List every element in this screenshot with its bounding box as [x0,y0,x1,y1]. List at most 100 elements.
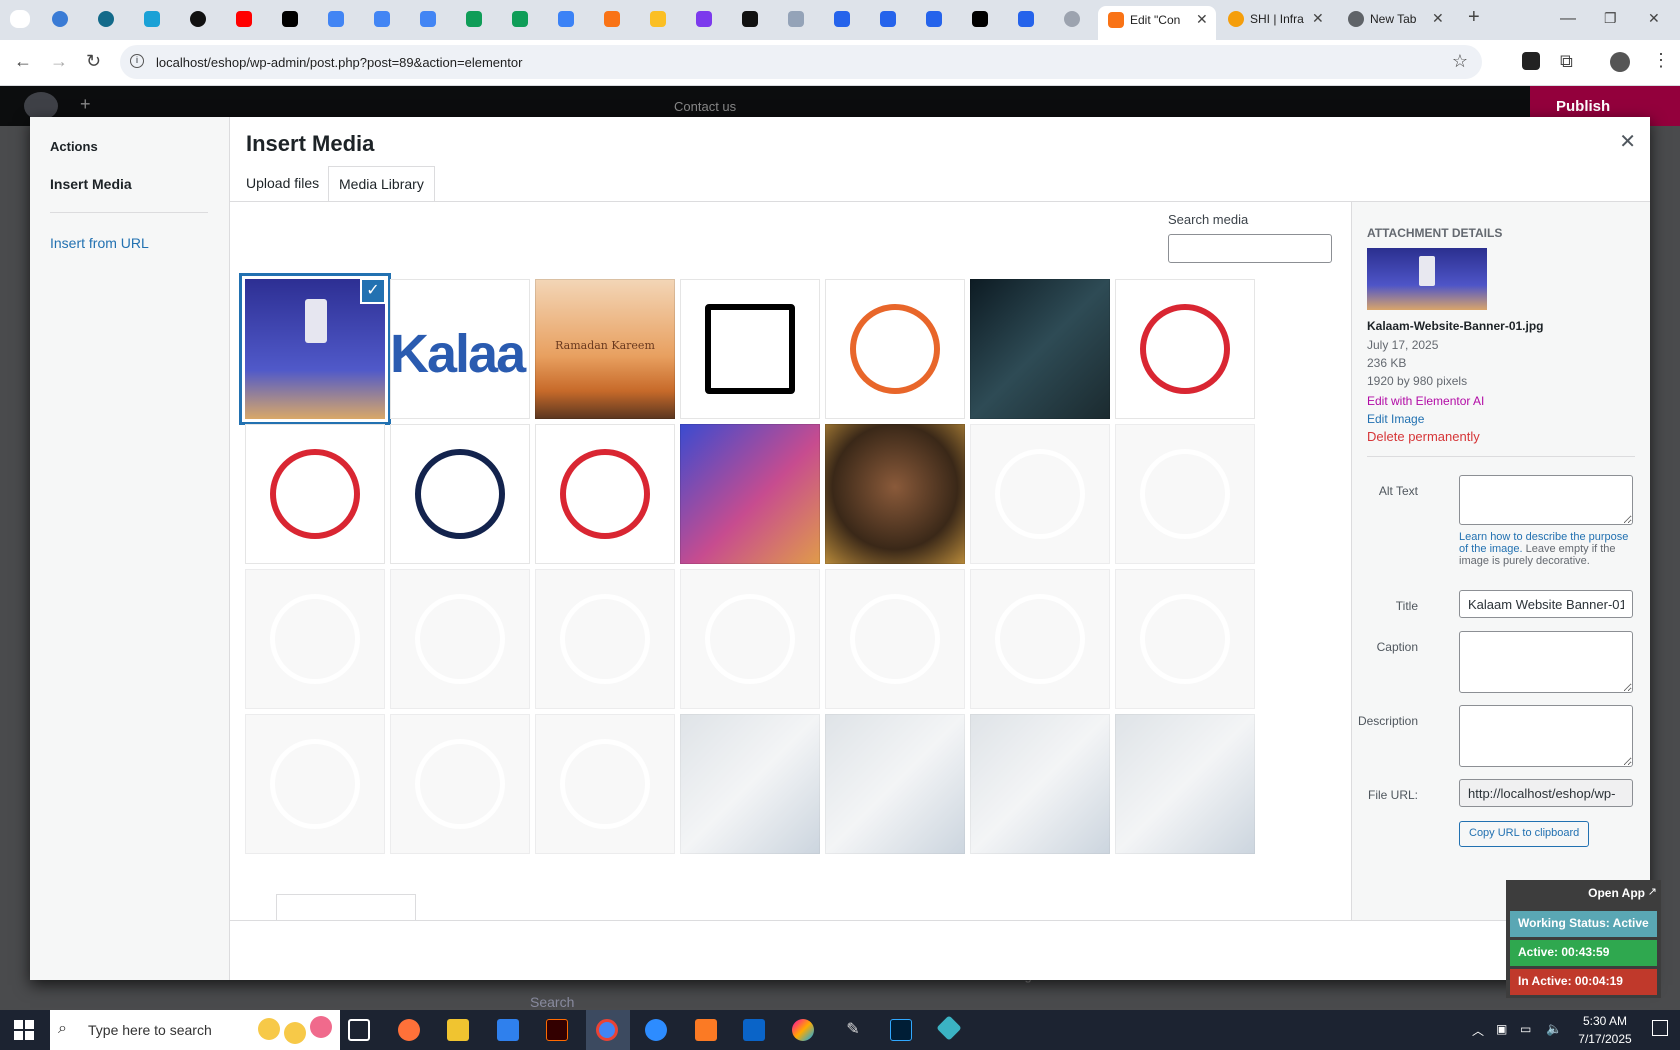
attachment-relocation-faded[interactable] [390,569,530,709]
menu-item-insert-media[interactable]: Insert Media [50,176,132,192]
attachment-ramadan-kareem[interactable]: Ramadan Kareem [535,279,675,419]
back-icon[interactable]: ← [14,51,32,72]
profile-avatar[interactable] [1610,52,1630,72]
alt-text-field[interactable] [1459,475,1633,525]
pen-tool-icon[interactable]: ✎ [842,1019,864,1041]
attachment-idea-faded[interactable] [680,569,820,709]
attachment-puzzle[interactable] [245,424,385,564]
favicon-icon[interactable] [190,11,206,27]
illustrator-icon[interactable] [546,1019,568,1041]
attachment-idea-transfer[interactable] [535,424,675,564]
attachment-kalaam-logo[interactable]: Kalaa [390,279,530,419]
favicon-icon[interactable] [972,11,988,27]
attachment-idea2-faded[interactable] [245,714,385,854]
attachment-team-gear[interactable] [825,279,965,419]
attachment-hands-gear-faded[interactable] [825,569,965,709]
favicon-icon[interactable] [282,11,298,27]
description-field[interactable] [1459,705,1633,767]
favicon-icon[interactable] [788,11,804,27]
tab-edit-contact[interactable]: Edit "Con ✕ [1098,6,1216,40]
attachment-coder-monitors[interactable] [970,279,1110,419]
clock-time[interactable]: 5:30 AM [1570,1014,1640,1028]
vscode-icon[interactable] [497,1019,519,1041]
favicon-icon[interactable] [558,11,574,27]
favicon-icon[interactable] [1018,11,1034,27]
tab-title[interactable]: New Tab [1370,12,1430,26]
attachment-tech-blur-faded[interactable] [825,714,965,854]
creative-cloud-icon[interactable] [792,1019,814,1041]
attachment-woman-portrait[interactable] [825,424,965,564]
favicon-icon[interactable] [696,11,712,27]
google-sheets-icon[interactable] [466,11,482,27]
forward-icon[interactable]: → [50,51,68,72]
address-bar[interactable]: i localhost/eshop/wp-admin/post.php?post… [120,45,1482,79]
close-icon[interactable]: ✕ [1619,129,1636,154]
favicon-icon[interactable] [742,11,758,27]
clock-date[interactable]: 7/17/2025 [1566,1032,1644,1046]
close-tab-icon[interactable]: ✕ [1196,11,1208,28]
attachment-award-faded[interactable] [1115,424,1255,564]
attachment-puzzle2-faded[interactable] [1115,569,1255,709]
google-docs-icon[interactable] [374,11,390,27]
title-field[interactable] [1459,590,1633,618]
network-icon[interactable]: ▭ [1520,1022,1531,1036]
xampp-icon[interactable] [695,1019,717,1041]
restore-icon[interactable]: ❐ [1604,10,1617,27]
xampp-icon[interactable] [604,11,620,27]
tab-search-dropdown-icon[interactable] [10,10,30,28]
volume-icon[interactable]: 🔈 [1546,1021,1562,1037]
attachment-award-team[interactable] [390,424,530,564]
tab-upload-files[interactable]: Upload files [236,166,329,201]
site-info-icon[interactable]: i [130,54,144,68]
extensions-puzzle-icon[interactable]: ⧉ [1560,51,1573,72]
favicon-icon[interactable] [650,11,666,27]
favicon-icon[interactable] [98,11,114,27]
chrome-menu-icon[interactable]: ⋮ [1652,50,1670,71]
favicon-icon[interactable] [834,11,850,27]
tray-app-icon[interactable]: ▣ [1496,1022,1507,1036]
favicon-icon[interactable] [1064,11,1080,27]
youtube-icon[interactable] [236,11,252,27]
menu-item-insert-from-url[interactable]: Insert from URL [50,235,149,251]
favicon-icon[interactable] [144,11,160,27]
edit-with-ai-link[interactable]: Edit with Elementor AI [1367,394,1484,408]
app-icon[interactable] [936,1015,962,1041]
close-tab-icon[interactable]: ✕ [1432,10,1444,27]
attachment-phone-photo-faded[interactable] [680,714,820,854]
tray-chevron-icon[interactable]: ︿ [1472,1022,1484,1039]
attachment-laptop-robot[interactable] [680,424,820,564]
attachment-handshake-faded[interactable] [970,569,1110,709]
attachment-building-percent[interactable] [680,279,820,419]
notifications-icon[interactable] [1652,1020,1668,1036]
page-name[interactable]: Contact us [674,99,736,114]
bookmark-star-icon[interactable]: ☆ [1452,51,1468,72]
attachment-handshake2-faded[interactable] [535,714,675,854]
attachment-circuit-faded[interactable] [1115,714,1255,854]
attachment-hands-faded[interactable] [970,424,1110,564]
attachment-partial[interactable] [276,894,416,920]
attachment-puzzle-faded[interactable] [535,569,675,709]
google-sheets-icon[interactable] [512,11,528,27]
file-url-field[interactable] [1459,779,1633,807]
extension-icon[interactable] [1522,52,1540,70]
add-element-icon[interactable]: + [80,94,91,115]
file-explorer-icon[interactable] [447,1019,469,1041]
caption-field[interactable] [1459,631,1633,693]
minimize-icon[interactable]: — [1560,10,1576,28]
zoom-icon[interactable] [645,1019,667,1041]
tab-title[interactable]: SHI | Infra [1250,12,1312,26]
task-view-icon[interactable] [348,1019,370,1041]
favicon-icon[interactable] [926,11,942,27]
attachment-kalaam-banner[interactable]: ✓ [245,279,385,419]
selected-check-icon[interactable]: ✓ [360,279,385,304]
windows-start-icon[interactable] [14,1020,34,1040]
close-tab-icon[interactable]: ✕ [1312,10,1324,27]
favicon-icon[interactable] [52,11,68,27]
new-tab-icon[interactable]: + [1468,6,1480,29]
firefox-icon[interactable] [398,1019,420,1041]
open-external-icon[interactable]: ↗ [1648,885,1657,898]
photoshop-icon[interactable] [890,1019,912,1041]
copy-url-button[interactable]: Copy URL to clipboard [1459,821,1590,847]
edit-image-link[interactable]: Edit Image [1367,412,1424,426]
outlook-icon[interactable] [743,1019,765,1041]
